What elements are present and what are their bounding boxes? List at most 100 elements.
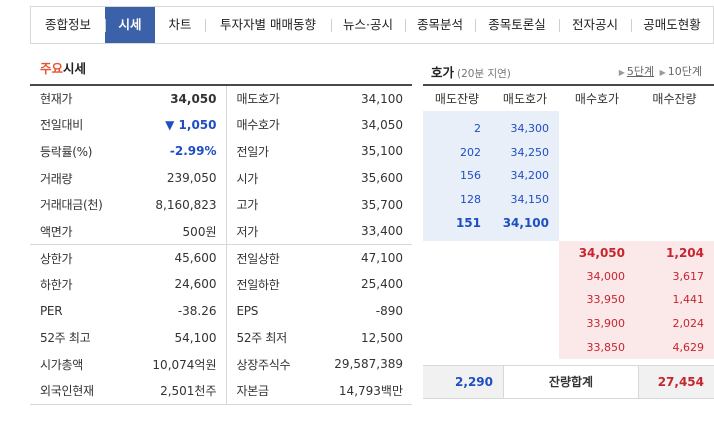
section-title: 주요시세 [30,58,412,84]
par-value-value: 500원 [126,217,227,245]
arrow-right-icon: ▶ [618,68,625,77]
tab-discussion[interactable]: 종목토론실 [475,7,559,43]
total-label: 잔량합계 [503,365,639,398]
table-row: 하한가 24,600 전일하한 25,400 [30,271,412,298]
52w-high-value: 54,100 [126,324,227,351]
depth-5-link[interactable]: 5단계 [627,65,654,78]
order-book-title-text: 호가 [431,65,455,80]
depth-selector: ▶ 5단계 ▶ 10단계 [617,63,702,79]
table-row: 전일대비 ▼ 1,050 매수호가 34,050 [30,111,412,139]
prev-upper-limit-value: 47,100 [322,244,412,272]
52w-low-value: 12,500 [361,330,403,345]
ask-row: 151 34,100 [423,211,714,235]
ask-qty: 128 [423,187,491,212]
bid-price: 33,850 [559,335,635,359]
bid-price: 33,900 [559,311,635,336]
bid-price-header: 매수호가 [559,85,635,111]
volume-value: 239,050 [126,164,227,192]
bid-row: 33,900 2,024 [423,311,714,336]
tab-price[interactable]: 시세 [105,7,155,43]
high-value: 35,700 [361,197,403,212]
prev-upper-limit-label: 전일상한 [226,244,322,272]
tab-chart[interactable]: 차트 [155,7,205,43]
lower-limit-label: 하한가 [40,277,73,292]
market-cap-label: 시가총액 [40,357,83,372]
bid-qty-header: 매수잔량 [635,85,714,111]
ask-qty-header: 매도잔량 [423,85,491,111]
prev-close-value: 35,100 [361,144,403,159]
capital-label: 자본금 [236,384,270,399]
tab-stock-analysis[interactable]: 종목분석 [405,7,475,43]
bid-qty: 3,617 [635,264,714,289]
section-title-accent: 주요 [40,61,64,76]
order-book-header: 호가 (20분 지연) ▶ 5단계 ▶ 10단계 [423,58,714,84]
ask-row: 202 34,250 [423,140,714,165]
prev-lower-limit-value: 25,400 [361,277,403,292]
upper-limit-label: 상한가 [30,244,126,272]
ask-price: 34,250 [491,140,559,165]
order-book-header-row: 매도잔량 매도호가 매수호가 매수잔량 [423,85,714,111]
ask-qty: 151 [423,211,491,235]
bid-row: 33,850 4,629 [423,335,714,359]
table-row: 상한가 45,600 전일상한 47,100 [30,244,412,272]
table-row: 거래량 239,050 시가 35,600 [30,164,412,192]
ask-qty: 156 [423,164,491,188]
low-label: 저가 [236,224,259,239]
foreign-holdings-value: 2,501천주 [126,377,227,405]
arrow-right-icon: ▶ [659,68,666,77]
tab-investor-trend[interactable]: 투자자별 매매동향 [205,7,331,43]
upper-limit-value: 45,600 [126,244,227,272]
bid-price: 33,950 [559,288,635,312]
bid-row: 33,950 1,441 [423,288,714,312]
bid-row: 34,050 1,204 [423,240,714,265]
per-label: PER [40,304,63,319]
prev-close-label: 전일가 [236,144,270,159]
tab-short-selling[interactable]: 공매도현황 [631,7,713,43]
bid-qty: 4,629 [635,335,714,359]
total-bid-qty: 27,454 [657,374,704,389]
table-row: 외국인현재 2,501천주 자본금 14,793백만 [30,377,412,405]
ask-qty: 2 [423,117,491,141]
table-row: 현재가 34,050 매도호가 34,100 [30,85,412,112]
order-book-total-row: 2,290 잔량합계 27,454 [423,364,714,399]
ask-qty: 202 [423,140,491,165]
lower-limit-value: 24,600 [126,271,227,298]
bid-price: 34,050 [559,240,635,265]
order-book-section: 호가 (20분 지연) ▶ 5단계 ▶ 10단계 매도잔량 매도호가 매수호가 매수잔… [423,58,714,399]
bid-qty: 1,204 [635,240,714,265]
table-row: 52주 최고 54,100 52주 최저 12,500 [30,324,412,351]
ask-price-value: 34,100 [361,91,403,106]
52w-high-label: 52주 최고 [40,331,91,346]
tab-news-disclosure[interactable]: 뉴스·공시 [331,7,405,43]
table-row: 등락률(%) -2.99% 전일가 35,100 [30,138,412,165]
ask-row: 2 34,300 [423,117,714,141]
bid-price-value: 34,050 [361,117,403,132]
bid-price: 34,000 [559,264,635,289]
eps-label: EPS [236,304,259,319]
current-price-label: 현재가 [40,92,73,107]
listed-shares-label: 상장주식수 [236,357,291,372]
ask-price-header: 매도호가 [491,85,559,111]
ask-price: 34,200 [491,164,559,188]
open-label: 시가 [236,171,259,186]
current-price-value: 34,050 [126,85,227,112]
market-cap-value: 10,074억원 [126,350,227,378]
key-price-section: 주요시세 현재가 34,050 매도호가 34,100 전일대비 ▼ 1,050… [30,58,412,405]
ask-price: 34,300 [491,117,559,141]
depth-10-link[interactable]: 10단계 [668,65,702,78]
change-rate-value: -2.99% [126,138,227,165]
par-value-label: 액면가 [40,224,73,239]
capital-value: 14,793백만 [338,384,403,399]
total-ask-qty: 2,290 [455,374,493,389]
tab-e-disclosure[interactable]: 전자공시 [559,7,631,43]
ask-price-label: 매도호가 [236,92,280,107]
ask-row: 156 34,200 [423,164,714,188]
ask-row: 128 34,150 [423,187,714,212]
table-row: 시가총액 10,074억원 상장주식수 29,587,389 [30,350,412,378]
52w-low-label: 52주 최저 [236,331,288,346]
order-book-title: 호가 (20분 지연) [431,62,511,81]
foreign-holdings-label: 외국인현재 [40,384,94,399]
bid-row: 34,000 3,617 [423,264,714,289]
tab-summary[interactable]: 종합정보 [31,7,105,43]
ask-price: 34,150 [491,187,559,212]
